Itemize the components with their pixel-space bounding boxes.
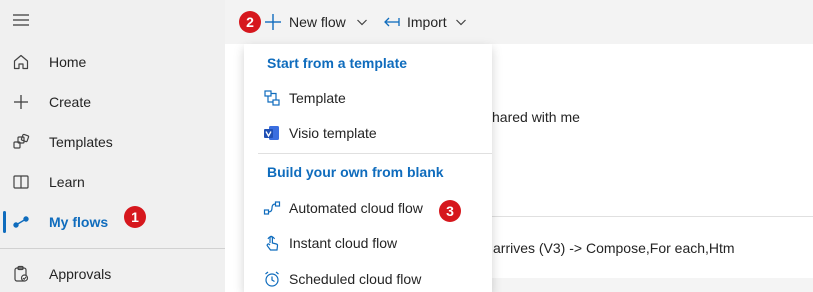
row-divider bbox=[490, 216, 813, 217]
nav-item-learn[interactable]: Learn bbox=[0, 162, 225, 202]
left-nav: Home Create Templates Learn My flows App… bbox=[0, 0, 225, 292]
nav-divider bbox=[0, 248, 225, 249]
new-flow-menu: Start from a template Template Visio tem… bbox=[244, 44, 492, 292]
menu-item-label: Visio template bbox=[289, 125, 377, 141]
nav-item-label: My flows bbox=[49, 214, 109, 230]
flow-icon bbox=[11, 212, 31, 232]
menu-item-label: Automated cloud flow bbox=[289, 200, 423, 216]
flow-row-description: arrives (V3) -> Compose,For each,Htm bbox=[493, 240, 735, 256]
nav-item-label: Templates bbox=[49, 134, 113, 150]
nav-item-label: Learn bbox=[49, 174, 85, 190]
visio-icon bbox=[262, 123, 282, 143]
new-flow-label: New flow bbox=[289, 14, 346, 30]
home-icon bbox=[11, 52, 31, 72]
new-flow-button[interactable]: New flow bbox=[264, 12, 368, 32]
section-start-from-template: Start from a template bbox=[267, 55, 408, 71]
shared-with-me-tab[interactable]: hared with me bbox=[492, 109, 580, 125]
nav-item-label: Home bbox=[49, 54, 87, 70]
plus-icon bbox=[11, 92, 31, 112]
plus-icon bbox=[264, 13, 282, 31]
nav-item-my-flows[interactable]: My flows bbox=[0, 202, 225, 242]
automated-flow-icon bbox=[262, 198, 282, 218]
menu-item-visio-template[interactable]: Visio template bbox=[244, 116, 492, 150]
nav-item-approvals[interactable]: Approvals bbox=[0, 254, 225, 292]
menu-separator bbox=[258, 153, 492, 154]
section-build-from-blank: Build your own from blank bbox=[267, 164, 444, 180]
nav-item-create[interactable]: Create bbox=[0, 82, 225, 122]
chevron-down-icon bbox=[455, 16, 467, 28]
nav-item-home[interactable]: Home bbox=[0, 42, 225, 82]
menu-item-scheduled-cloud-flow[interactable]: Scheduled cloud flow bbox=[244, 262, 492, 292]
nav-item-label: Create bbox=[49, 94, 92, 110]
menu-item-label: Scheduled cloud flow bbox=[289, 271, 422, 287]
import-button[interactable]: Import bbox=[383, 12, 467, 32]
marker-badge-1: 1 bbox=[124, 206, 146, 228]
templates-icon bbox=[11, 132, 31, 152]
nav-item-label: Approvals bbox=[49, 266, 112, 282]
hamburger-menu-icon[interactable] bbox=[12, 12, 30, 28]
import-arrow-icon bbox=[383, 15, 401, 29]
chevron-down-icon bbox=[356, 16, 368, 28]
list-footer bbox=[490, 278, 813, 292]
alarm-clock-icon bbox=[262, 269, 282, 289]
menu-item-instant-cloud-flow[interactable]: Instant cloud flow bbox=[244, 226, 492, 260]
menu-item-label: Instant cloud flow bbox=[289, 235, 398, 251]
approvals-icon bbox=[11, 264, 31, 284]
menu-item-label: Template bbox=[289, 90, 346, 106]
nav-item-templates[interactable]: Templates bbox=[0, 122, 225, 162]
hand-tap-icon bbox=[262, 233, 282, 253]
book-icon bbox=[11, 172, 31, 192]
template-icon bbox=[262, 88, 282, 108]
marker-badge-2: 2 bbox=[239, 11, 261, 33]
import-label: Import bbox=[407, 14, 447, 30]
marker-badge-3: 3 bbox=[439, 200, 461, 222]
menu-item-template[interactable]: Template bbox=[244, 81, 492, 115]
